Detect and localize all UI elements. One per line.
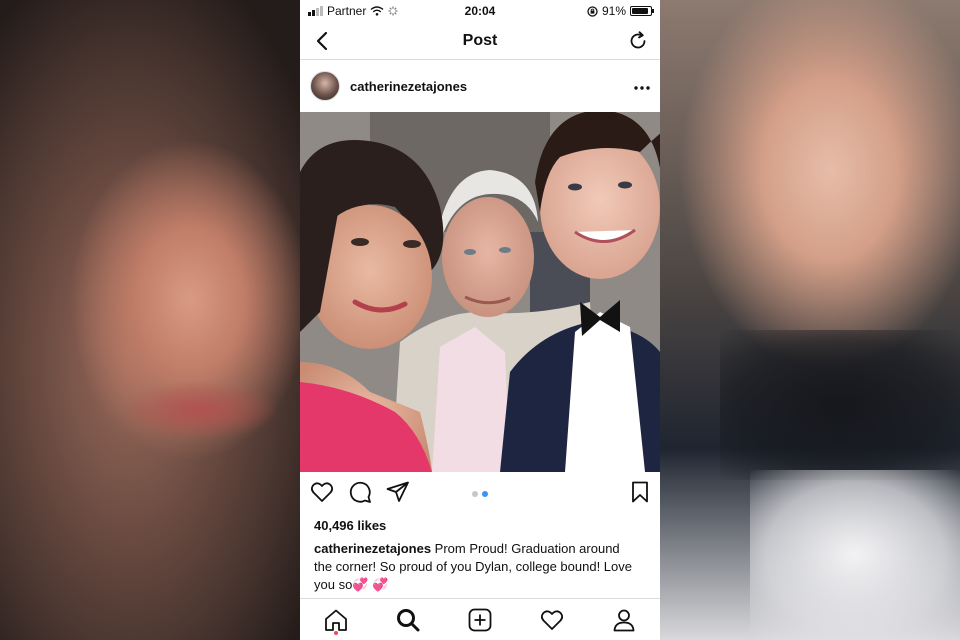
profile-icon [613, 609, 635, 631]
post-header: catherinezetajones [300, 60, 660, 112]
like-button[interactable] [310, 481, 334, 508]
tab-bar [300, 598, 660, 640]
carrier-label: Partner [327, 4, 367, 18]
comment-icon [349, 481, 371, 503]
more-horizontal-icon [634, 86, 650, 90]
new-post-icon [468, 608, 492, 631]
back-button[interactable] [310, 29, 334, 53]
nav-bar: Post [300, 22, 660, 60]
post-username[interactable]: catherinezetajones [350, 79, 624, 94]
status-time: 20:04 [464, 4, 496, 18]
phone-screen: Partner 20:04 91% Post catherinezetajone… [300, 0, 660, 640]
heart-icon [310, 481, 334, 502]
wifi-icon [370, 6, 384, 16]
post-photo[interactable] [300, 112, 660, 472]
signal-icon [308, 6, 323, 16]
loading-icon [388, 6, 398, 16]
more-options-button[interactable] [634, 77, 650, 95]
blurred-backdrop-left [0, 0, 300, 640]
refresh-button[interactable] [626, 29, 650, 53]
rotation-lock-icon [587, 5, 598, 17]
comment-button[interactable] [348, 480, 372, 509]
likes-count[interactable]: 40,496 likes [300, 516, 660, 536]
refresh-icon [630, 30, 646, 48]
search-icon [397, 608, 420, 631]
save-button[interactable] [630, 481, 650, 508]
carousel-dot-active [482, 491, 488, 497]
share-button[interactable] [386, 481, 410, 508]
tab-home[interactable] [321, 605, 351, 635]
battery-level [632, 8, 649, 14]
photo-illustration [300, 112, 660, 472]
caption-emoji: 💞 💞 [352, 577, 389, 592]
avatar[interactable] [310, 71, 340, 101]
post-caption: catherinezetajones Prom Proud! Graduatio… [300, 536, 650, 594]
tab-new-post[interactable] [465, 605, 495, 635]
notification-dot [334, 630, 338, 635]
status-bar: Partner 20:04 91% [300, 0, 660, 22]
carousel-dot [472, 491, 478, 497]
battery-icon [630, 6, 654, 16]
page-title: Post [462, 31, 498, 49]
activity-heart-icon [540, 609, 564, 630]
home-icon [325, 609, 347, 631]
carousel-indicator [472, 491, 488, 497]
blurred-backdrop-right [660, 0, 960, 640]
post-actions [300, 472, 660, 516]
send-icon [386, 481, 409, 502]
bookmark-icon [632, 481, 648, 502]
tab-search[interactable] [393, 605, 423, 635]
chevron-left-icon [316, 31, 328, 50]
battery-percent: 91% [601, 4, 626, 18]
caption-username[interactable]: catherinezetajones [314, 541, 431, 556]
tab-activity[interactable] [537, 605, 567, 635]
tab-profile[interactable] [609, 605, 639, 635]
